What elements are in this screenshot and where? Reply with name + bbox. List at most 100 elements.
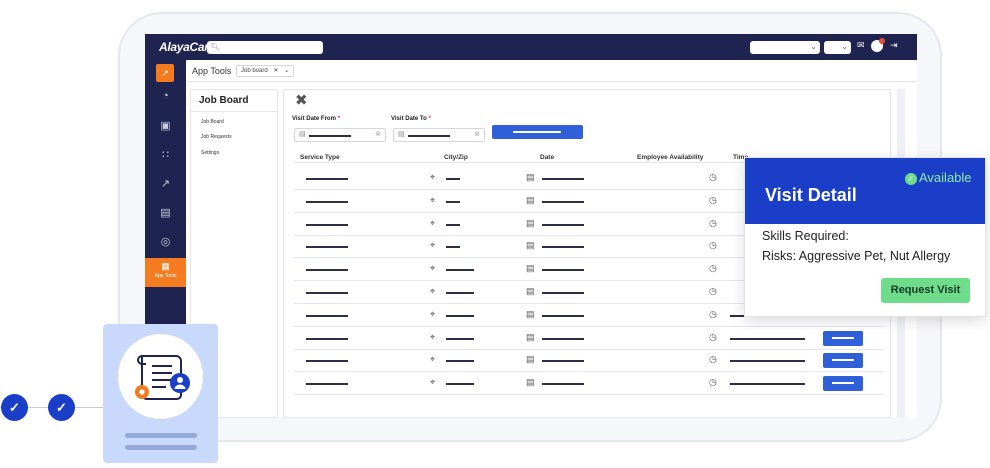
- chevron-down-icon: ⌄: [841, 42, 848, 51]
- global-search-input[interactable]: 🔍︎: [207, 41, 323, 54]
- calendar-icon: ▤: [526, 308, 535, 319]
- calendar-icon: ▤: [299, 131, 306, 138]
- placeholder-line: [125, 445, 197, 450]
- card-header: ✓ Available Visit Detail: [745, 158, 985, 224]
- location-pin-icon: ⌖: [430, 240, 436, 251]
- row-action-button[interactable]: [823, 353, 863, 369]
- divider: [191, 111, 277, 112]
- date-cell: [542, 269, 584, 272]
- date-cell: [542, 246, 584, 249]
- gauge-icon[interactable]: ◔: [145, 90, 186, 102]
- calendar-icon: ▤: [526, 194, 535, 205]
- camera-icon[interactable]: ▣: [145, 119, 186, 132]
- service-type-cell: [306, 360, 348, 363]
- table-row: ⌖ ▤ ◷: [294, 349, 884, 373]
- table-row: ⌖ ▤ ◷: [294, 372, 884, 396]
- nav-item-app-tools[interactable]: ▦ App Tools: [145, 258, 186, 287]
- time-cell: [730, 360, 805, 363]
- date-cell: [542, 383, 584, 386]
- visit-detail-card: ✓ Available Visit Detail Skills Required:…: [744, 157, 986, 317]
- subnav-item-settings[interactable]: Settings: [201, 150, 219, 156]
- service-type-cell: [306, 178, 348, 180]
- tab-job-board[interactable]: Job board ✕ ⌄: [236, 65, 295, 77]
- city-zip-cell: [446, 383, 474, 386]
- card-title: Visit Detail: [765, 185, 857, 205]
- close-icon[interactable]: ✕: [273, 68, 278, 74]
- notification-dot: [879, 38, 885, 44]
- settings-icon[interactable]: ◎: [145, 235, 186, 248]
- city-zip-cell: [446, 246, 460, 249]
- calendar-icon: ▤: [526, 240, 535, 251]
- visit-date-to-input[interactable]: ▤ ⊗: [393, 128, 485, 142]
- row-action-button[interactable]: [823, 330, 863, 346]
- calendar-icon: ▤: [526, 172, 535, 182]
- clock-icon: ◷: [709, 217, 717, 228]
- location-pin-icon: ⌖: [430, 354, 436, 365]
- grid-icon: ▦: [161, 261, 170, 271]
- clock-icon: ◷: [709, 263, 717, 274]
- top-select-2[interactable]: ⌄: [824, 41, 851, 54]
- brand-icon[interactable]: ↗: [156, 64, 174, 82]
- service-type-cell: [306, 269, 348, 272]
- visit-date-from-input[interactable]: ▤ ⊗: [294, 128, 386, 142]
- avatar[interactable]: [871, 38, 885, 52]
- logout-icon[interactable]: ⇥: [890, 40, 898, 51]
- clock-icon: ◷: [709, 354, 717, 365]
- location-pin-icon: ⌖: [430, 194, 436, 205]
- calendar-icon: ▤: [526, 331, 535, 342]
- service-type-cell: [306, 314, 348, 317]
- scroll-document-icon: [135, 355, 190, 400]
- check-icon: ✓: [1, 394, 28, 421]
- city-zip-cell: [446, 314, 474, 317]
- clear-icon[interactable]: ⊗: [474, 130, 480, 138]
- chart-icon[interactable]: ↗: [145, 177, 186, 190]
- date-placeholder: [408, 135, 450, 137]
- search-button[interactable]: [492, 125, 583, 139]
- calendar-icon: ▤: [526, 377, 535, 388]
- document-illustration: [118, 334, 203, 419]
- calendar-icon[interactable]: ▤: [145, 206, 186, 219]
- calendar-icon: ▤: [526, 263, 535, 274]
- chevron-down-icon[interactable]: ⌄: [284, 68, 289, 74]
- table-row: ⌖ ▤ ◷: [294, 327, 884, 350]
- clock-icon: ◷: [709, 286, 717, 296]
- subnav-item-job-requests[interactable]: Job Requests: [201, 134, 232, 140]
- top-select-1[interactable]: ⌄: [750, 41, 820, 54]
- tab-bar: App Tools Job board ✕ ⌄: [186, 60, 917, 82]
- check-icon: ✓: [48, 394, 75, 421]
- nav-item-label: App Tools: [154, 273, 177, 279]
- service-type-cell: [306, 292, 348, 294]
- location-pin-icon: ⌖: [430, 217, 436, 228]
- status-badge: ✓ Available: [905, 170, 972, 185]
- mail-icon[interactable]: ✉: [857, 40, 865, 51]
- calendar-icon: ▤: [398, 131, 405, 138]
- service-type-cell: [306, 246, 348, 249]
- subnav-item-job-board[interactable]: Job Board: [201, 119, 224, 125]
- row-action-button[interactable]: [823, 376, 863, 392]
- location-pin-icon: ⌖: [430, 172, 436, 182]
- location-pin-icon: ⌖: [430, 286, 436, 296]
- city-zip-cell: [446, 337, 474, 340]
- page-title: App Tools: [192, 66, 232, 76]
- chevron-down-icon: ⌄: [810, 42, 817, 51]
- city-zip-cell: [446, 269, 474, 272]
- clock-icon: ◷: [709, 172, 717, 182]
- calendar-icon: ▤: [526, 286, 535, 296]
- clear-icon[interactable]: ⊗: [375, 130, 381, 138]
- people-icon[interactable]: ∷: [145, 148, 186, 161]
- date-cell: [542, 360, 584, 363]
- top-bar: AlayaCare 🔍︎ ⌄ ⌄ ✉ ⇥: [145, 34, 917, 60]
- close-icon[interactable]: ✖: [295, 91, 308, 109]
- location-pin-icon: ⌖: [430, 331, 436, 342]
- request-visit-button[interactable]: Request Visit: [881, 278, 970, 303]
- service-type-cell: [306, 383, 348, 386]
- date-cell: [542, 200, 584, 203]
- subnav-title: Job Board: [199, 95, 249, 106]
- date-cell: [542, 178, 584, 180]
- city-zip-cell: [446, 360, 474, 363]
- location-pin-icon: ⌖: [430, 308, 436, 319]
- risks: Risks: Aggressive Pet, Nut Allergy: [762, 249, 951, 263]
- date-cell: [542, 223, 584, 226]
- time-cell: [730, 337, 805, 340]
- clock-icon: ◷: [709, 377, 717, 388]
